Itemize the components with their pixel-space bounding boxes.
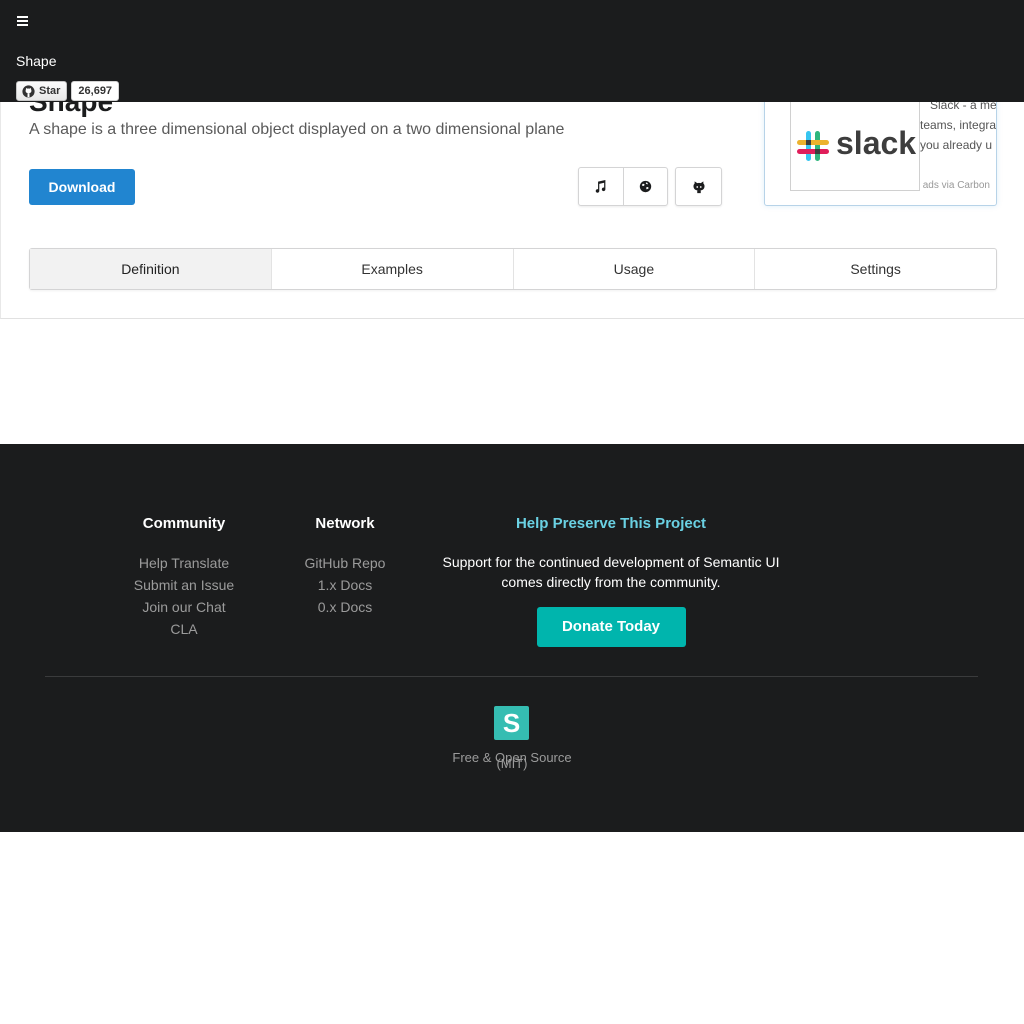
ad-line-2: teams, integra	[920, 118, 997, 132]
footer-link-github-repo[interactable]: GitHub Repo	[285, 552, 405, 574]
globe-icon	[639, 180, 652, 193]
music-icon	[596, 180, 606, 193]
tab-definition[interactable]: Definition	[30, 249, 271, 289]
footer-link-help-translate[interactable]: Help Translate	[124, 552, 244, 574]
globe-button[interactable]	[622, 168, 667, 205]
hamburger-menu-icon[interactable]	[17, 14, 31, 28]
tab-menu: Definition Examples Usage Settings	[29, 248, 997, 290]
carbon-ad[interactable]: slack Slack - a me teams, integra you al…	[764, 88, 997, 206]
github-star-label: Star	[39, 85, 61, 97]
footer-help-title: Help Preserve This Project	[515, 515, 707, 532]
donate-button[interactable]: Donate Today	[536, 607, 686, 647]
top-bar: Shape Star 26,697	[0, 0, 1024, 102]
ad-brand: slack	[836, 125, 916, 161]
footer-license-type[interactable]: (MIT)	[412, 756, 612, 771]
topbar-title: Shape	[16, 53, 57, 69]
page-subtitle: A shape is a three dimensional object di…	[29, 121, 565, 138]
ad-text[interactable]: Slack - a me teams, integra you already …	[920, 95, 997, 155]
footer-network: Network GitHub Repo 1.x Docs 0.x Docs	[285, 514, 405, 618]
footer-link-1x-docs[interactable]: 1.x Docs	[285, 574, 405, 596]
github-button[interactable]	[675, 167, 722, 206]
slack-logo: slack	[797, 125, 916, 161]
footer: Community Help Translate Submit an Issue…	[0, 444, 1024, 832]
github-star-count[interactable]: 26,697	[71, 81, 120, 101]
theme-icon-buttons	[578, 167, 668, 206]
footer-link-join-chat[interactable]: Join our Chat	[124, 596, 244, 618]
footer-link-cla[interactable]: CLA	[124, 618, 244, 640]
download-button[interactable]: Download	[29, 169, 135, 205]
ad-image[interactable]: slack	[790, 99, 920, 191]
tab-examples[interactable]: Examples	[270, 249, 513, 289]
github-octocat-icon	[22, 84, 35, 98]
footer-network-title: Network	[315, 515, 375, 532]
ad-line-3: you already u	[920, 138, 993, 152]
footer-community-title: Community	[142, 515, 226, 532]
footer-help: Help Preserve This Project Support for t…	[430, 514, 792, 647]
footer-link-submit-issue[interactable]: Submit an Issue	[124, 574, 244, 596]
footer-community: Community Help Translate Submit an Issue…	[124, 514, 244, 640]
footer-license: Free & Open Source (MIT)	[412, 750, 612, 771]
semantic-logo[interactable]: S	[494, 706, 529, 740]
ad-via-link[interactable]: ads via Carbon	[923, 180, 990, 191]
footer-link-0x-docs[interactable]: 0.x Docs	[285, 596, 405, 618]
tab-settings[interactable]: Settings	[754, 249, 996, 289]
github-star-button[interactable]: Star	[16, 81, 68, 101]
music-button[interactable]	[579, 168, 623, 205]
github-star-widget: Star 26,697	[16, 81, 120, 101]
github-icon	[692, 180, 705, 193]
footer-help-text: Support for the continued development of…	[442, 554, 780, 590]
page: Shape A shape is a three dimensional obj…	[0, 0, 1024, 1024]
footer-divider	[45, 676, 978, 677]
tab-usage[interactable]: Usage	[512, 249, 755, 289]
